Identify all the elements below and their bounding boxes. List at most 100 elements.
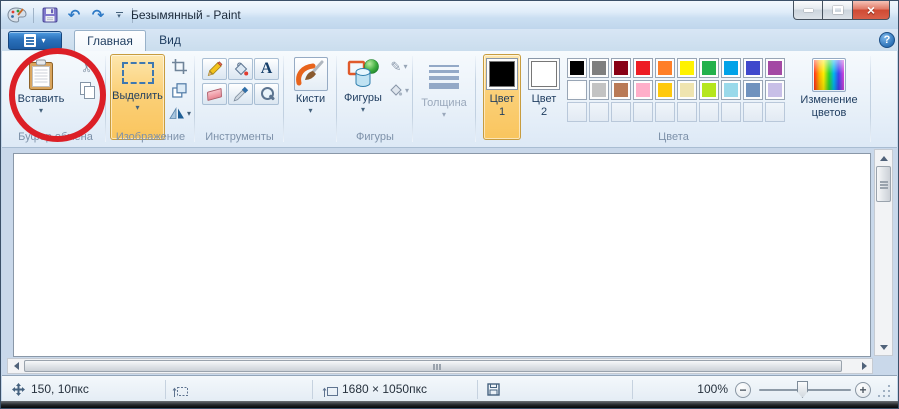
color1-frame	[486, 58, 518, 90]
eraser-icon	[207, 87, 222, 100]
cursor-position-icon	[12, 383, 25, 401]
maximize-icon	[833, 6, 843, 14]
palette-swatch[interactable]	[699, 80, 719, 100]
minus-icon: −	[739, 384, 746, 396]
size-button[interactable]: Толщина ▾	[418, 54, 470, 140]
color2-button[interactable]: Цвет 2	[525, 54, 563, 140]
redo-button[interactable]: ↷	[88, 5, 108, 25]
palette-swatch-empty[interactable]	[721, 102, 741, 122]
maximize-button[interactable]	[823, 1, 853, 20]
color1-swatch	[489, 61, 515, 87]
palette-swatch[interactable]	[655, 80, 675, 100]
zoom-in-button[interactable]: +	[855, 382, 871, 398]
triangle-down-icon	[880, 345, 888, 350]
palette-swatch-empty[interactable]	[633, 102, 653, 122]
annotation-circle	[9, 48, 106, 142]
eraser-tool-button[interactable]	[202, 83, 227, 105]
palette-swatch[interactable]	[589, 80, 609, 100]
scroll-down-button[interactable]	[875, 340, 892, 354]
palette-swatch-empty[interactable]	[611, 102, 631, 122]
group-label-colors: Цвета	[477, 131, 870, 143]
scroll-up-button[interactable]	[875, 151, 892, 165]
palette-swatch[interactable]	[677, 58, 697, 78]
palette-swatch[interactable]	[743, 80, 763, 100]
canvas-size-icon	[322, 384, 338, 402]
selection-size-icon	[172, 384, 188, 402]
rotate-button[interactable]: ▾	[165, 104, 195, 122]
palette-swatch[interactable]	[567, 80, 587, 100]
text-tool-icon: A	[261, 61, 273, 77]
palette-swatch[interactable]	[611, 80, 631, 100]
palette-swatch[interactable]	[655, 58, 675, 78]
horizontal-scroll-thumb[interactable]	[24, 360, 842, 372]
resize-button[interactable]	[167, 80, 191, 100]
status-divider	[477, 380, 478, 399]
palette-swatch[interactable]	[743, 58, 763, 78]
ribbon: Вставить ▾ ✂ Буфер обмена Выделить ▾	[2, 51, 897, 148]
minimize-button[interactable]	[793, 1, 823, 20]
vertical-scrollbar[interactable]	[874, 149, 893, 356]
palette-swatch[interactable]	[765, 58, 785, 78]
close-button[interactable]: ×	[853, 1, 890, 20]
select-button[interactable]: Выделить ▾	[110, 54, 165, 140]
eyedropper-tool-button[interactable]	[228, 83, 253, 105]
horizontal-scrollbar[interactable]	[7, 358, 873, 374]
resize-grip[interactable]	[878, 385, 891, 398]
brushes-button[interactable]: Кисти ▾	[288, 54, 333, 140]
shape-outline-button[interactable]: ✎ ▾	[386, 57, 412, 75]
save-button[interactable]	[40, 5, 60, 25]
palette-swatch-empty[interactable]	[743, 102, 763, 122]
palette-swatch[interactable]	[589, 58, 609, 78]
palette-swatch[interactable]	[633, 58, 653, 78]
palette-swatch[interactable]	[567, 58, 587, 78]
drawing-canvas[interactable]	[13, 153, 871, 357]
magnifier-tool-button[interactable]	[254, 83, 279, 105]
group-image: Выделить ▾ ▾ Изображ	[107, 51, 194, 147]
help-button[interactable]: ?	[879, 32, 895, 48]
scroll-right-button[interactable]	[857, 359, 871, 373]
palette-swatch[interactable]	[611, 58, 631, 78]
color2-word: Цвет	[532, 93, 557, 106]
group-separator	[870, 56, 871, 142]
palette-swatch[interactable]	[699, 58, 719, 78]
color1-button[interactable]: Цвет 1	[483, 54, 521, 140]
chevron-down-icon: ▾	[135, 104, 139, 112]
palette-swatch-empty[interactable]	[655, 102, 675, 122]
group-label-image: Изображение	[107, 131, 194, 143]
save-icon	[42, 7, 58, 23]
zoom-out-button[interactable]: −	[735, 382, 751, 398]
palette-swatch[interactable]	[721, 58, 741, 78]
shapes-button[interactable]: Фигуры ▾	[340, 54, 386, 140]
scroll-left-button[interactable]	[9, 359, 23, 373]
palette-swatch[interactable]	[633, 80, 653, 100]
text-tool-button[interactable]: A	[254, 58, 279, 80]
palette-swatch-empty[interactable]	[567, 102, 587, 122]
group-colors: Цвет 1 Цвет 2 Изменение цветов Цвета	[477, 51, 870, 147]
palette-swatch-empty[interactable]	[699, 102, 719, 122]
shape-fill-button[interactable]: ▾	[386, 81, 412, 99]
zoom-slider-thumb[interactable]	[797, 381, 808, 398]
chevron-down-icon: ▾	[361, 106, 365, 114]
vertical-scroll-thumb[interactable]	[876, 166, 891, 202]
fill-tool-button[interactable]	[228, 58, 253, 80]
tab-view[interactable]: Вид	[147, 30, 193, 51]
palette-swatch-empty[interactable]	[765, 102, 785, 122]
status-divider	[632, 380, 633, 399]
qat-customize-button[interactable]: ▾	[112, 12, 126, 19]
palette-swatch[interactable]	[677, 80, 697, 100]
group-separator	[336, 56, 337, 142]
palette-swatch-empty[interactable]	[677, 102, 697, 122]
edit-colors-button[interactable]: Изменение цветов	[792, 54, 866, 140]
close-icon: ×	[867, 3, 875, 17]
workspace	[2, 148, 897, 375]
palette-swatch[interactable]	[721, 80, 741, 100]
chevron-down-icon: ▾	[405, 86, 409, 95]
tab-home[interactable]: Главная	[74, 30, 146, 51]
undo-button[interactable]: ↶	[64, 5, 84, 25]
crop-button[interactable]	[167, 56, 191, 76]
paint-app-icon[interactable]	[7, 5, 27, 25]
pencil-tool-button[interactable]	[202, 58, 227, 80]
group-separator	[475, 56, 476, 142]
palette-swatch[interactable]	[765, 80, 785, 100]
palette-swatch-empty[interactable]	[589, 102, 609, 122]
